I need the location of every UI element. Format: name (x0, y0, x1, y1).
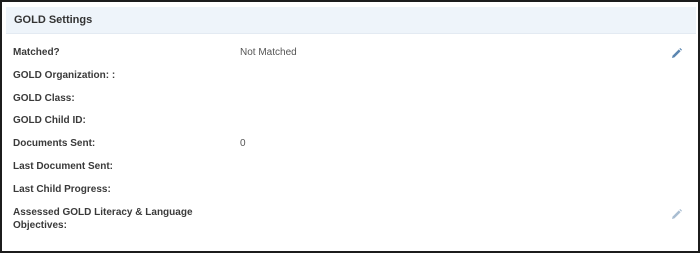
panel-header: GOLD Settings (6, 7, 696, 34)
field-row-gold-organization: GOLD Organization: : (2, 69, 698, 87)
last-child-progress-label: Last Child Progress: (13, 184, 111, 195)
documents-sent-label: Documents Sent: (13, 138, 96, 149)
gold-class-label: GOLD Class: (13, 93, 75, 104)
matched-label: Matched? (13, 47, 60, 58)
pencil-icon (672, 209, 682, 219)
edit-assessed-objectives-button[interactable] (670, 208, 683, 221)
field-row-documents-sent: Documents Sent: 0 (2, 137, 698, 155)
field-row-last-child-progress: Last Child Progress: (2, 183, 698, 201)
gold-settings-panel: GOLD Settings Matched? Not Matched GOLD … (0, 0, 700, 253)
gold-organization-label: GOLD Organization: : (13, 70, 116, 81)
edit-matched-button[interactable] (670, 47, 683, 60)
documents-sent-value: 0 (240, 138, 246, 149)
field-row-gold-child-id: GOLD Child ID: (2, 114, 698, 132)
gold-child-id-label: GOLD Child ID: (13, 115, 86, 126)
assessed-gold-literacy-label: Assessed GOLD Literacy & Language Object… (13, 207, 193, 231)
last-document-sent-label: Last Document Sent: (13, 161, 114, 172)
field-row-assessed-gold-literacy: Assessed GOLD Literacy & Language Object… (2, 206, 698, 234)
pencil-icon (672, 48, 682, 58)
panel-title: GOLD Settings (14, 14, 93, 26)
matched-value: Not Matched (240, 47, 297, 58)
field-row-last-document-sent: Last Document Sent: (2, 160, 698, 178)
field-row-matched: Matched? Not Matched (2, 46, 698, 64)
field-row-gold-class: GOLD Class: (2, 92, 698, 110)
